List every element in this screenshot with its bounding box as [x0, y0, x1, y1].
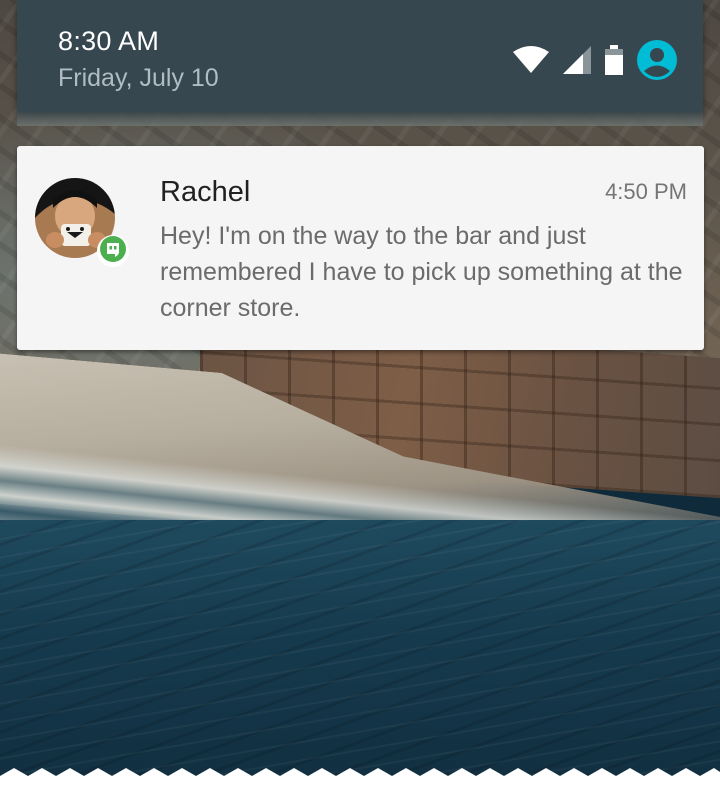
clock-time: 8:30 AM: [58, 26, 160, 56]
hangouts-badge: [97, 235, 129, 267]
wallpaper-sea: [0, 520, 720, 788]
cell-signal-icon: [563, 46, 591, 74]
message-notification[interactable]: Rachel 4:50 PM Hey! I'm on the way to th…: [17, 146, 704, 350]
status-icons: [513, 40, 677, 80]
torn-edge: [0, 768, 720, 788]
notification-message: Hey! I'm on the way to the bar and just …: [160, 222, 683, 322]
notification-sender: Rachel: [160, 176, 251, 208]
hangouts-icon: [100, 235, 126, 267]
status-header[interactable]: 8:30 AM Friday, July 10: [17, 0, 703, 126]
notification-time: 4:50 PM: [605, 179, 687, 204]
clock-date: Friday, July 10: [58, 64, 219, 92]
battery-icon: [605, 45, 623, 75]
wifi-icon: [513, 46, 549, 74]
user-account-icon[interactable]: [637, 40, 677, 80]
